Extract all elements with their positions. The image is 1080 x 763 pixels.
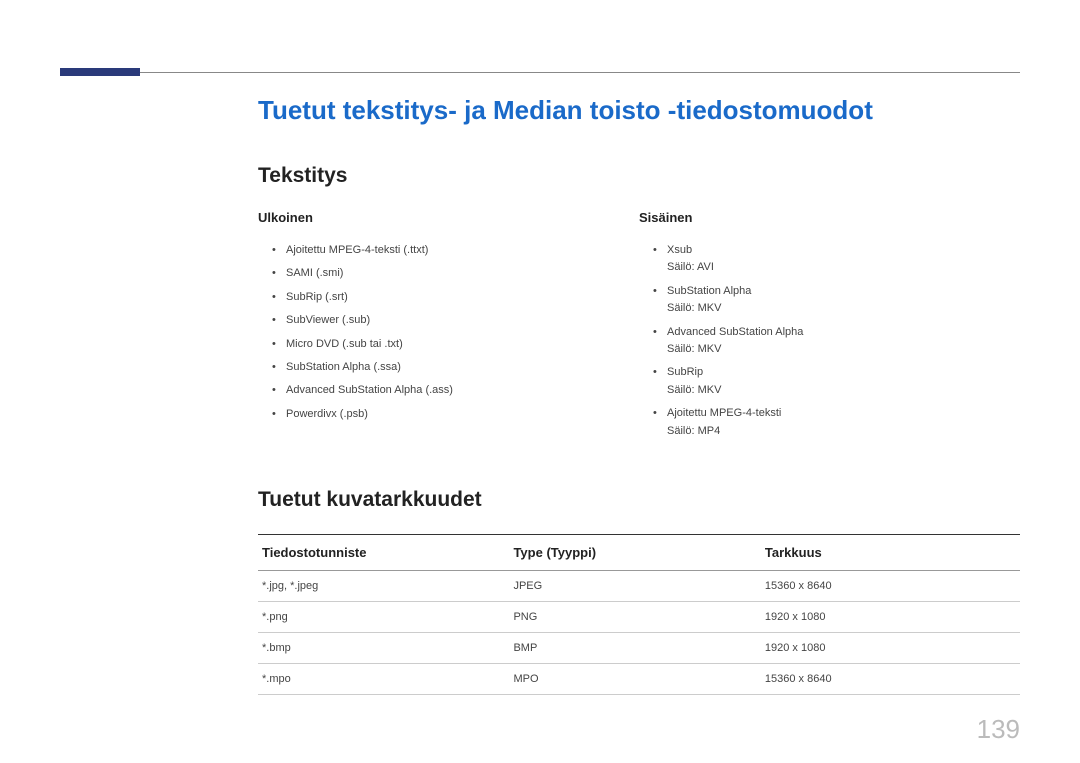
- list-item: Ajoitettu MPEG-4-tekstiSäilö: MP4: [639, 402, 1020, 443]
- external-column: Ulkoinen Ajoitettu MPEG-4-teksti (.ttxt)…: [258, 210, 639, 443]
- table-cell: JPEG: [509, 570, 760, 601]
- table-header-row: Tiedostotunniste Type (Tyyppi) Tarkkuus: [258, 534, 1020, 570]
- external-header: Ulkoinen: [258, 210, 639, 225]
- internal-column: Sisäinen XsubSäilö: AVISubStation AlphaS…: [639, 210, 1020, 443]
- list-item-sub: Säilö: MP4: [667, 424, 1020, 439]
- resolutions-table: Tiedostotunniste Type (Tyyppi) Tarkkuus …: [258, 534, 1020, 695]
- main-title: Tuetut tekstitys- ja Median toisto -tied…: [258, 95, 1020, 126]
- table-cell: 15360 x 8640: [761, 663, 1020, 694]
- section-title-resolutions: Tuetut kuvatarkkuudet: [258, 488, 1020, 512]
- internal-list: XsubSäilö: AVISubStation AlphaSäilö: MKV…: [639, 239, 1020, 443]
- list-item: XsubSäilö: AVI: [639, 239, 1020, 280]
- internal-header: Sisäinen: [639, 210, 1020, 225]
- list-item-sub: Säilö: MKV: [667, 301, 1020, 316]
- th-type: Type (Tyyppi): [509, 534, 760, 570]
- table-row: *.bmpBMP1920 x 1080: [258, 632, 1020, 663]
- section-title-subtitles: Tekstitys: [258, 164, 1020, 188]
- list-item-sub: Säilö: MKV: [667, 383, 1020, 398]
- list-item: Ajoitettu MPEG-4-teksti (.ttxt): [258, 239, 639, 262]
- page-number: 139: [977, 714, 1020, 745]
- list-item: SAMI (.smi): [258, 262, 639, 285]
- header-accent-bar: [60, 68, 140, 76]
- table-row: *.mpoMPO15360 x 8640: [258, 663, 1020, 694]
- external-list: Ajoitettu MPEG-4-teksti (.ttxt)SAMI (.sm…: [258, 239, 639, 426]
- list-item: SubViewer (.sub): [258, 309, 639, 332]
- list-item-sub: Säilö: MKV: [667, 342, 1020, 357]
- subtitles-columns: Ulkoinen Ajoitettu MPEG-4-teksti (.ttxt)…: [258, 210, 1020, 443]
- header-divider: [140, 72, 1020, 73]
- list-item: SubStation AlphaSäilö: MKV: [639, 280, 1020, 321]
- table-row: *.jpg, *.jpegJPEG15360 x 8640: [258, 570, 1020, 601]
- table-row: *.pngPNG1920 x 1080: [258, 601, 1020, 632]
- table-cell: *.mpo: [258, 663, 509, 694]
- table-cell: PNG: [509, 601, 760, 632]
- list-item: Micro DVD (.sub tai .txt): [258, 333, 639, 356]
- th-extension: Tiedostotunniste: [258, 534, 509, 570]
- table-cell: 1920 x 1080: [761, 601, 1020, 632]
- table-cell: 1920 x 1080: [761, 632, 1020, 663]
- list-item-sub: Säilö: AVI: [667, 260, 1020, 275]
- list-item: Advanced SubStation Alpha (.ass): [258, 379, 639, 402]
- table-cell: *.bmp: [258, 632, 509, 663]
- list-item: SubRip (.srt): [258, 286, 639, 309]
- list-item: Advanced SubStation AlphaSäilö: MKV: [639, 321, 1020, 362]
- table-cell: MPO: [509, 663, 760, 694]
- list-item: SubRipSäilö: MKV: [639, 361, 1020, 402]
- content-area: Tuetut tekstitys- ja Median toisto -tied…: [258, 95, 1020, 695]
- table-cell: *.png: [258, 601, 509, 632]
- list-item: Powerdivx (.psb): [258, 403, 639, 426]
- table-cell: BMP: [509, 632, 760, 663]
- table-cell: *.jpg, *.jpeg: [258, 570, 509, 601]
- th-resolution: Tarkkuus: [761, 534, 1020, 570]
- list-item: SubStation Alpha (.ssa): [258, 356, 639, 379]
- table-cell: 15360 x 8640: [761, 570, 1020, 601]
